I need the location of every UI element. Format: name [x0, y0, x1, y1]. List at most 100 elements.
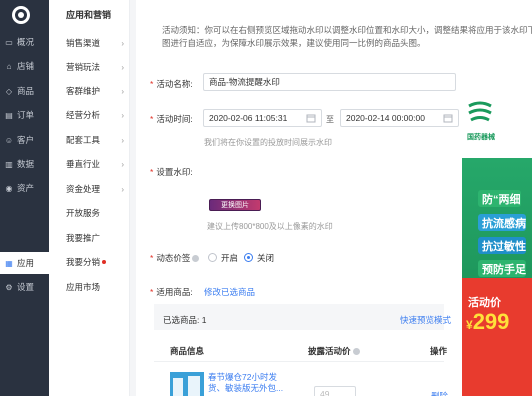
price-value: ¥299 — [466, 309, 510, 334]
order-icon: ▤ — [5, 110, 13, 120]
subnav-item-tools[interactable]: 配套工具 › — [66, 133, 124, 147]
nav-item-settings[interactable]: ⚙ 设置 — [0, 276, 49, 298]
radio-checked-icon — [244, 253, 253, 263]
col-product-info: 商品信息 — [170, 346, 205, 356]
watermark-label: * 设置水印: — [150, 167, 193, 177]
calendar-icon — [306, 114, 316, 123]
nav-item-goods[interactable]: ◇ 商品 — [0, 80, 49, 102]
subnav-label: 资金处理 — [66, 184, 101, 194]
nav-item-orders[interactable]: ▤ 订单 — [0, 104, 49, 126]
price-label: 活动价 — [468, 297, 501, 309]
applicable-goods-label: * 适用商品: — [150, 287, 193, 297]
nav-item-customers[interactable]: ☺ 客户 — [0, 129, 49, 151]
selected-count: 1 — [201, 315, 207, 325]
store-icon: ⌂ — [6, 61, 12, 71]
nav-item-label: 资产 — [17, 183, 35, 193]
nav-item-label: 设置 — [17, 282, 35, 292]
chevron-right-icon: › — [121, 135, 124, 145]
customer-icon: ☺ — [4, 135, 14, 145]
subnav-item-analysis[interactable]: 经营分析 › — [66, 108, 124, 122]
subnav-item-customer-care[interactable]: 客群维护 › — [66, 84, 124, 98]
chevron-right-icon: › — [121, 38, 124, 48]
brand-logo-icon — [468, 101, 492, 122]
subnav-label: 应用市场 — [66, 282, 101, 292]
primary-sidebar: ▭ 概况 ⌂ 店铺 ◇ 商品 ▤ 订单 ☺ 客户 ▥ 数据 ◉ 资产 ▦ 应用 … — [0, 0, 49, 396]
secondary-sidebar: 应用和营销 销售渠道 › 营销玩法 › 客群维护 › 经营分析 › 配套工具 › 垂直行业… — [49, 0, 130, 396]
upload-hint: 建议上传800*800及以上像素的水印 — [207, 222, 333, 231]
watermark-preview[interactable]: 国药器械 防“两细 抗流感病 抗过敏性 预防手足 活动价 ¥299 — [462, 86, 532, 396]
calendar-icon — [443, 114, 453, 123]
nav-item-data[interactable]: ▥ 数据 — [0, 153, 49, 175]
nav-item-store[interactable]: ⌂ 店铺 — [0, 55, 49, 77]
help-icon[interactable] — [192, 255, 200, 263]
chevron-right-icon: › — [121, 62, 124, 72]
subnav-item-open-service[interactable]: 开放服务 — [66, 206, 124, 220]
change-image-button[interactable]: 更换图片 — [209, 199, 261, 211]
asset-icon: ◉ — [5, 183, 13, 193]
subnav-label: 我要推广 — [66, 233, 101, 243]
brand-name: 国药器械 — [467, 134, 495, 141]
nav-item-assets[interactable]: ◉ 资产 — [0, 177, 49, 199]
subnav-label: 客群维护 — [66, 86, 101, 96]
subnav-label: 配套工具 — [66, 135, 101, 145]
end-time-value: 2020-02-14 00:00:00 — [346, 113, 425, 123]
nav-item-label: 订单 — [17, 110, 35, 120]
preview-line: 防“两细 — [478, 190, 521, 207]
preview-line: 抗流感病 — [478, 214, 526, 231]
secondary-sidebar-title: 应用和营销 — [66, 10, 112, 20]
nav-item-label: 客户 — [17, 135, 35, 145]
col-disclosed-price: 披露活动价 — [308, 345, 360, 357]
activity-time-label: * 活动时间: — [150, 114, 193, 124]
nav-item-label: 店铺 — [17, 61, 35, 71]
nav-item-label: 商品 — [17, 86, 35, 96]
nav-item-label: 数据 — [17, 159, 35, 169]
nav-item-overview[interactable]: ▭ 概况 — [0, 31, 49, 53]
subnav-label: 营销玩法 — [66, 62, 101, 72]
product-thumbnail — [170, 372, 204, 396]
nav-item-label: 应用 — [17, 258, 35, 268]
nav-item-apps[interactable]: ▦ 应用 — [0, 252, 49, 274]
product-name-link[interactable]: 春节爆仓72小时发 货、敏装版无外包... — [208, 372, 283, 394]
subnav-item-sales-channel[interactable]: 销售渠道 › — [66, 36, 124, 50]
edit-goods-link[interactable]: 修改已选商品 — [204, 286, 255, 298]
chart-icon: ▥ — [5, 159, 13, 169]
preview-header: 国药器械 — [462, 86, 532, 158]
chevron-right-icon: › — [121, 86, 124, 96]
activity-price-input[interactable]: 49 — [314, 386, 356, 396]
delete-link[interactable]: 删除 — [431, 390, 448, 396]
subnav-item-marketing[interactable]: 营销玩法 › — [66, 60, 124, 74]
dynamic-price-on-radio[interactable]: 开启 — [208, 252, 238, 264]
selected-goods-label: 已选商品: 1 — [163, 315, 207, 325]
subnav-item-distribution[interactable]: 我要分销 — [66, 255, 124, 269]
start-time-value: 2020-02-06 11:05:31 — [209, 113, 288, 123]
start-time-picker[interactable]: 2020-02-06 11:05:31 — [203, 109, 322, 127]
subnav-label: 销售渠道 — [66, 38, 101, 48]
dynamic-price-tag-label: * 动态价签 — [150, 252, 200, 264]
notice-line: 图进行自适应，为保障水印展示效果，建议使用同一比例的商品头图。 — [162, 38, 426, 48]
radio-icon — [208, 253, 217, 263]
end-time-picker[interactable]: 2020-02-14 00:00:00 — [340, 109, 459, 127]
chevron-right-icon: › — [121, 110, 124, 120]
quick-preview-mode-link[interactable]: 快速预览模式 — [400, 314, 451, 326]
time-hint: 我们将在你设置的投放时间展示水印 — [204, 138, 332, 147]
apps-icon: ▦ — [5, 258, 13, 268]
preview-line: 抗过敏性 — [478, 237, 526, 254]
tag-icon: ◇ — [5, 86, 13, 96]
app-logo[interactable] — [12, 6, 30, 24]
chevron-right-icon: › — [121, 184, 124, 194]
subnav-item-funds[interactable]: 资金处理 › — [66, 182, 124, 196]
subnav-item-vertical[interactable]: 垂直行业 › — [66, 157, 124, 171]
preview-line: 预防手足 — [478, 260, 526, 277]
dynamic-price-off-radio[interactable]: 关闭 — [244, 252, 274, 264]
chevron-right-icon: › — [121, 159, 124, 169]
subnav-item-app-market[interactable]: 应用市场 — [66, 280, 124, 294]
subnav-label: 开放服务 — [66, 208, 101, 218]
subnav-label: 我要分销 — [66, 257, 101, 267]
subnav-item-promote[interactable]: 我要推广 — [66, 231, 124, 245]
activity-name-input[interactable]: 商品-物流提醒水印 — [203, 73, 456, 91]
notification-dot — [102, 260, 107, 264]
subnav-label: 垂直行业 — [66, 159, 101, 169]
gear-icon: ⚙ — [5, 282, 13, 292]
col-action: 操作 — [430, 346, 448, 356]
help-icon[interactable] — [352, 348, 360, 356]
